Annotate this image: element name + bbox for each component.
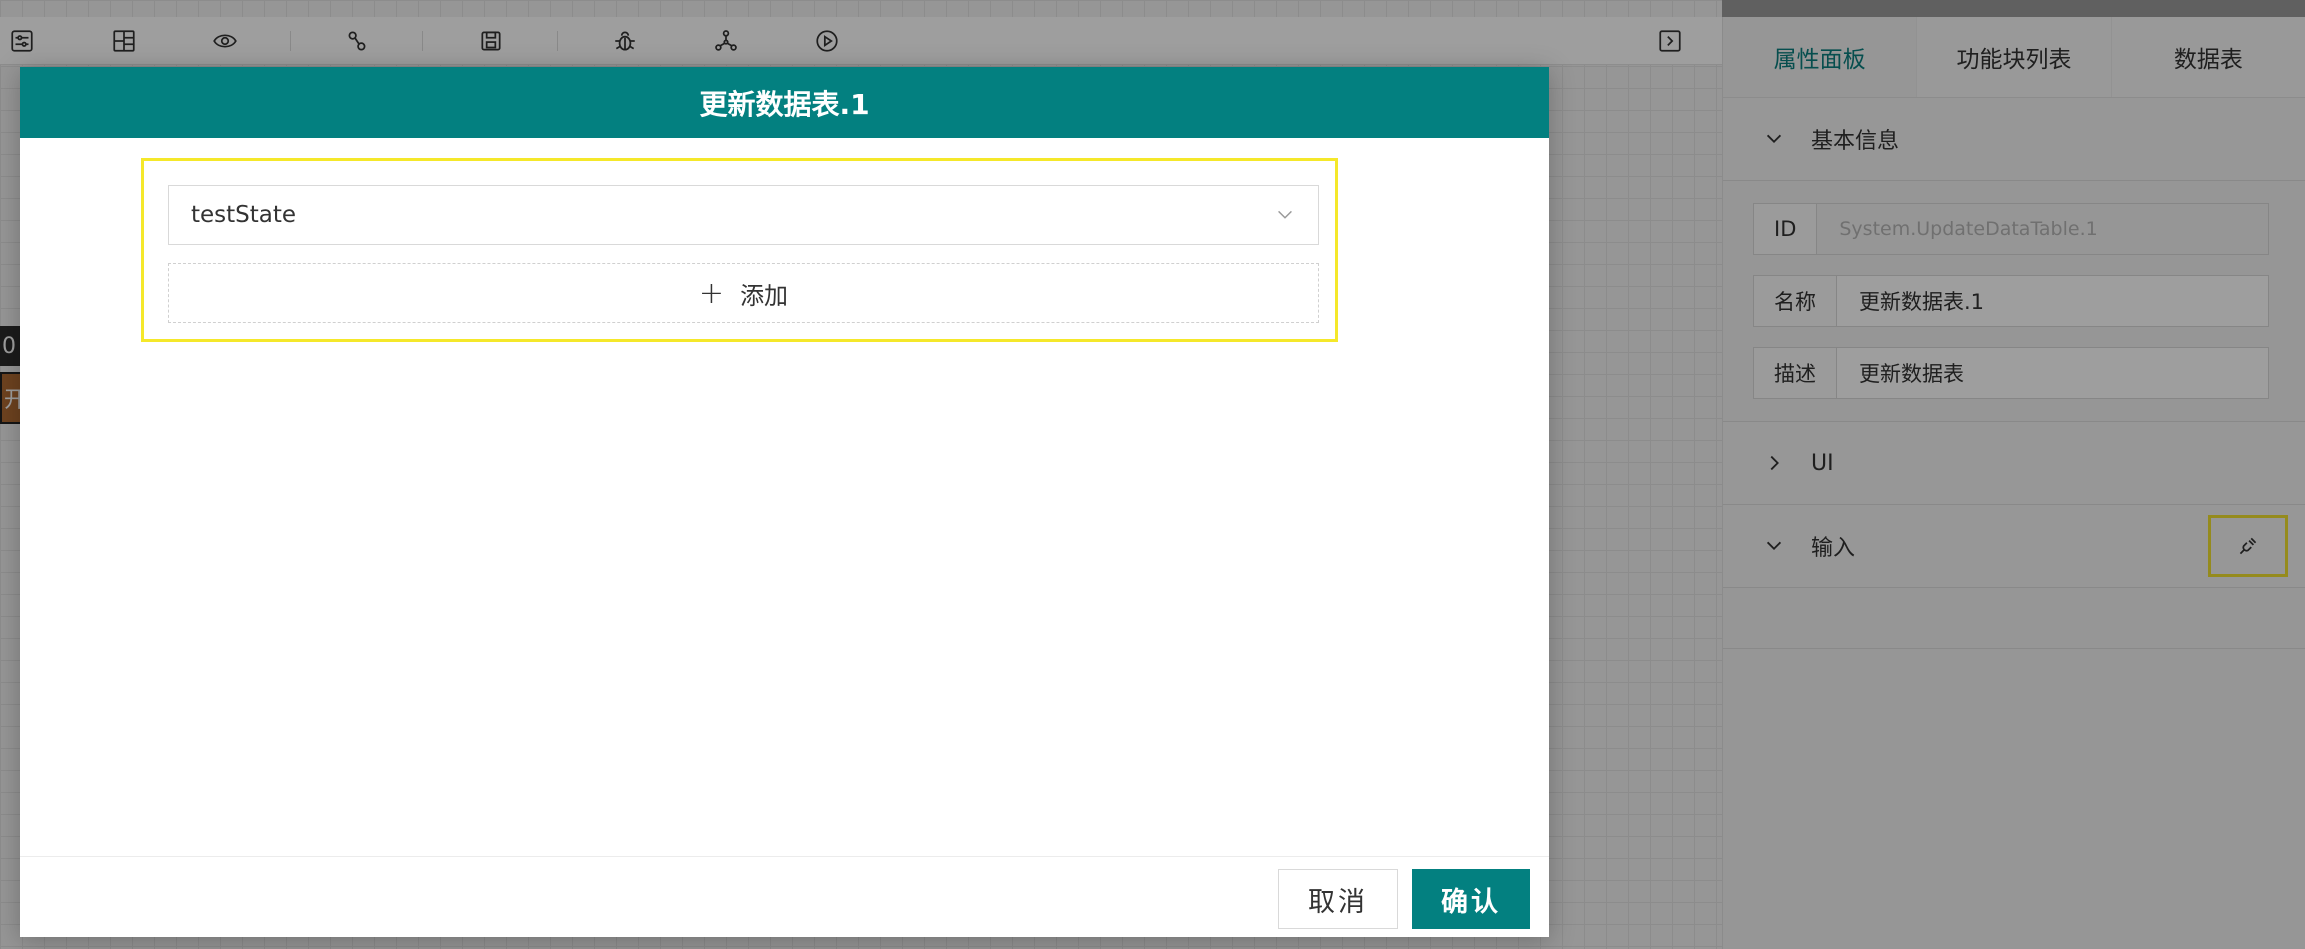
cancel-button[interactable]: 取消 — [1278, 869, 1398, 929]
confirm-button[interactable]: 确认 — [1412, 869, 1530, 929]
state-select[interactable]: testState — [168, 185, 1319, 245]
add-button[interactable]: + 添加 — [168, 263, 1319, 323]
dialog-footer: 取消 确认 — [20, 856, 1549, 937]
chevron-down-icon — [1278, 210, 1292, 219]
selected-value: testState — [191, 202, 297, 228]
add-label: 添加 — [740, 281, 789, 310]
dialog-title: 更新数据表.1 — [20, 67, 1549, 138]
plus-icon: + — [698, 275, 725, 311]
update-datatable-dialog: 更新数据表.1 testState + 添加 取消 确认 — [20, 67, 1549, 937]
